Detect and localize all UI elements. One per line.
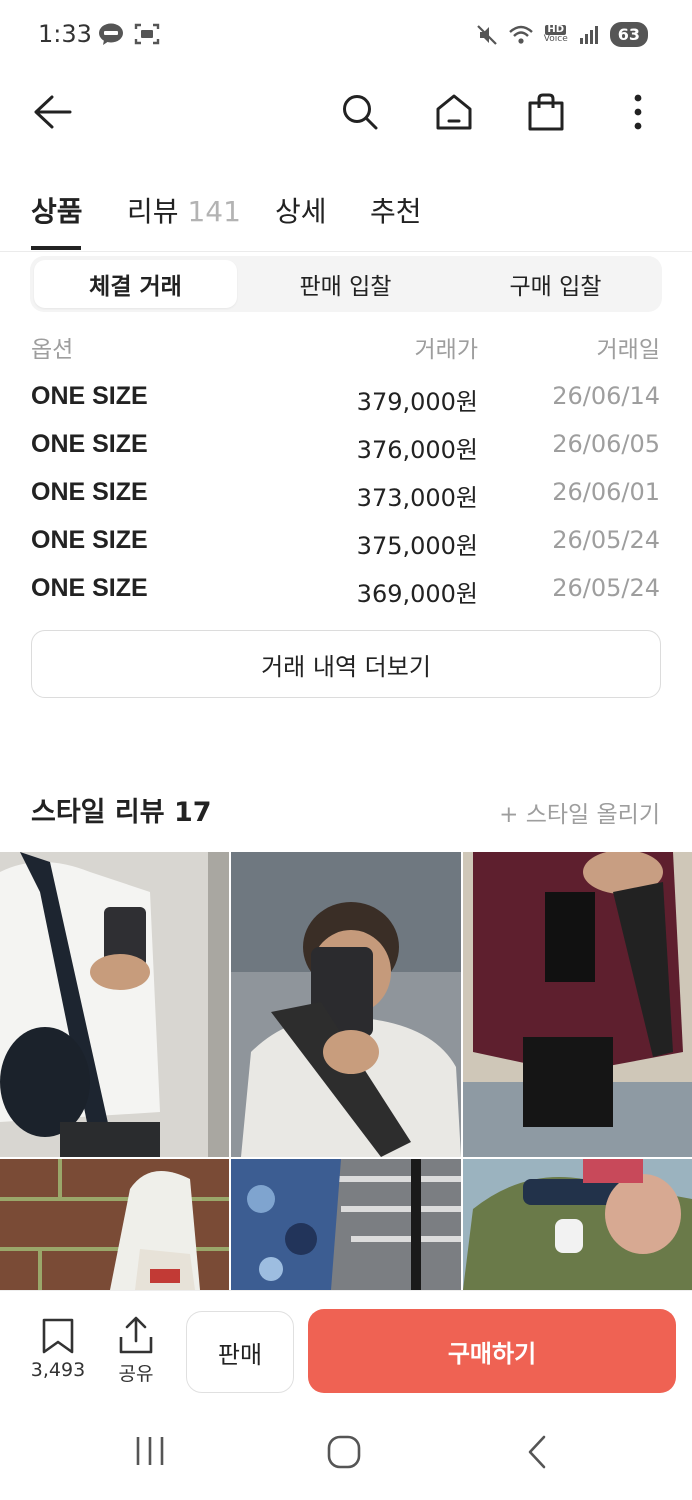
style-review-title: 스타일 리뷰 17 (31, 797, 212, 828)
trade-row: ONE SIZE 376,000원 26/06/05 (0, 430, 692, 478)
wifi-icon (508, 25, 533, 44)
style-photo-3[interactable] (463, 852, 692, 1157)
buy-button[interactable]: 구매하기 (308, 1309, 676, 1393)
status-bar: 1:33 HD Voice 63 (0, 0, 692, 70)
cart-button[interactable] (522, 88, 570, 136)
header-date: 거래일 (596, 337, 660, 363)
segment-buy-bids[interactable]: 구매 입찰 (454, 260, 657, 308)
system-nav-bar (0, 1410, 692, 1500)
header-price: 거래가 (414, 337, 478, 363)
style-photo-2[interactable] (231, 852, 461, 1157)
trade-history-more-button[interactable]: 거래 내역 더보기 (31, 630, 661, 698)
more-menu-button[interactable] (614, 88, 662, 136)
tab-review[interactable]: 리뷰 141 (127, 190, 241, 230)
trade-table-header: 옵션 거래가 거래일 (0, 330, 692, 370)
back-button[interactable] (28, 88, 76, 136)
trade-option: ONE SIZE (31, 430, 148, 458)
style-photo-3-image (463, 852, 692, 1157)
style-photo-4-image (0, 1159, 229, 1290)
trade-row: ONE SIZE 373,000원 26/06/01 (0, 478, 692, 526)
header-option: 옵션 (31, 337, 74, 363)
style-photo-6[interactable] (463, 1159, 692, 1290)
bookmark-count: 3,493 (30, 1359, 86, 1381)
trade-price: 376,000원 (356, 436, 478, 464)
style-photo-1[interactable] (0, 852, 229, 1157)
style-photo-6-image (463, 1159, 692, 1290)
style-photo-5[interactable] (231, 1159, 461, 1290)
trade-type-segment: 체결 거래 판매 입찰 구매 입찰 (30, 256, 662, 312)
trade-price: 379,000원 (356, 388, 478, 416)
search-button[interactable] (336, 88, 384, 136)
battery-indicator: 63 (609, 22, 648, 47)
trade-option: ONE SIZE (31, 478, 148, 506)
trade-row: ONE SIZE 369,000원 26/05/24 (0, 574, 692, 622)
tab-detail[interactable]: 상세 (275, 190, 327, 230)
mute-icon (477, 24, 497, 45)
segment-completed-trades[interactable]: 체결 거래 (34, 260, 237, 308)
home-nav-button[interactable] (326, 1434, 362, 1474)
trade-date: 26/06/05 (552, 430, 660, 458)
bottom-action-bar: 3,493 공유 판매 구매하기 (0, 1290, 692, 1410)
chat-notification-icon (99, 23, 123, 45)
hd-voice-icon: HD Voice (543, 24, 568, 44)
back-arrow-icon (34, 95, 72, 129)
status-system-icons: HD Voice 63 (476, 22, 648, 47)
search-icon (343, 95, 378, 130)
share-label: 공유 (118, 1363, 154, 1385)
back-chevron-icon (528, 1435, 546, 1469)
recent-apps-button[interactable] (134, 1434, 166, 1472)
share-button[interactable]: 공유 (108, 1315, 164, 1386)
trade-price: 373,000원 (356, 484, 478, 512)
trade-date: 26/06/14 (552, 382, 660, 410)
bookmark-icon (42, 1318, 74, 1354)
trade-row: ONE SIZE 375,000원 26/05/24 (0, 526, 692, 574)
home-icon (436, 94, 472, 130)
screenshot-notification-icon (134, 23, 160, 45)
style-photo-1-image (0, 852, 229, 1157)
tab-recommend[interactable]: 추천 (370, 190, 422, 230)
trade-date: 26/06/01 (552, 478, 660, 506)
sell-button[interactable]: 판매 (186, 1311, 294, 1393)
tab-product[interactable]: 상품 (31, 190, 83, 230)
bookmark-button[interactable]: 3,493 (26, 1317, 90, 1381)
trade-option: ONE SIZE (31, 382, 148, 410)
status-notification-icons (98, 22, 160, 46)
back-nav-button[interactable] (524, 1434, 552, 1474)
status-time: 1:33 (38, 20, 92, 48)
trade-option: ONE SIZE (31, 574, 148, 602)
trade-price: 375,000원 (356, 532, 478, 560)
recent-apps-icon (136, 1437, 164, 1465)
trade-row: ONE SIZE 379,000원 26/06/14 (0, 382, 692, 430)
signal-icon (579, 25, 598, 44)
share-icon (119, 1316, 153, 1354)
style-photo-4[interactable] (0, 1159, 229, 1290)
style-upload-link[interactable]: + 스타일 올리기 (499, 795, 660, 829)
active-tab-indicator (31, 246, 81, 250)
style-photo-grid (0, 852, 692, 1290)
segment-sell-bids[interactable]: 판매 입찰 (244, 260, 447, 308)
review-count: 141 (187, 195, 241, 228)
home-circle-icon (327, 1435, 361, 1469)
home-button[interactable] (430, 88, 478, 136)
more-vertical-icon (634, 94, 642, 130)
top-toolbar (0, 80, 692, 144)
shopping-bag-icon (528, 93, 564, 131)
trade-option: ONE SIZE (31, 526, 148, 554)
style-photo-2-image (231, 852, 461, 1157)
trade-date: 26/05/24 (552, 526, 660, 554)
trade-price: 369,000원 (356, 580, 478, 608)
trade-date: 26/05/24 (552, 574, 660, 602)
product-tabs: 상품 리뷰 141 상세 추천 (0, 180, 692, 252)
style-photo-5-image (231, 1159, 461, 1290)
